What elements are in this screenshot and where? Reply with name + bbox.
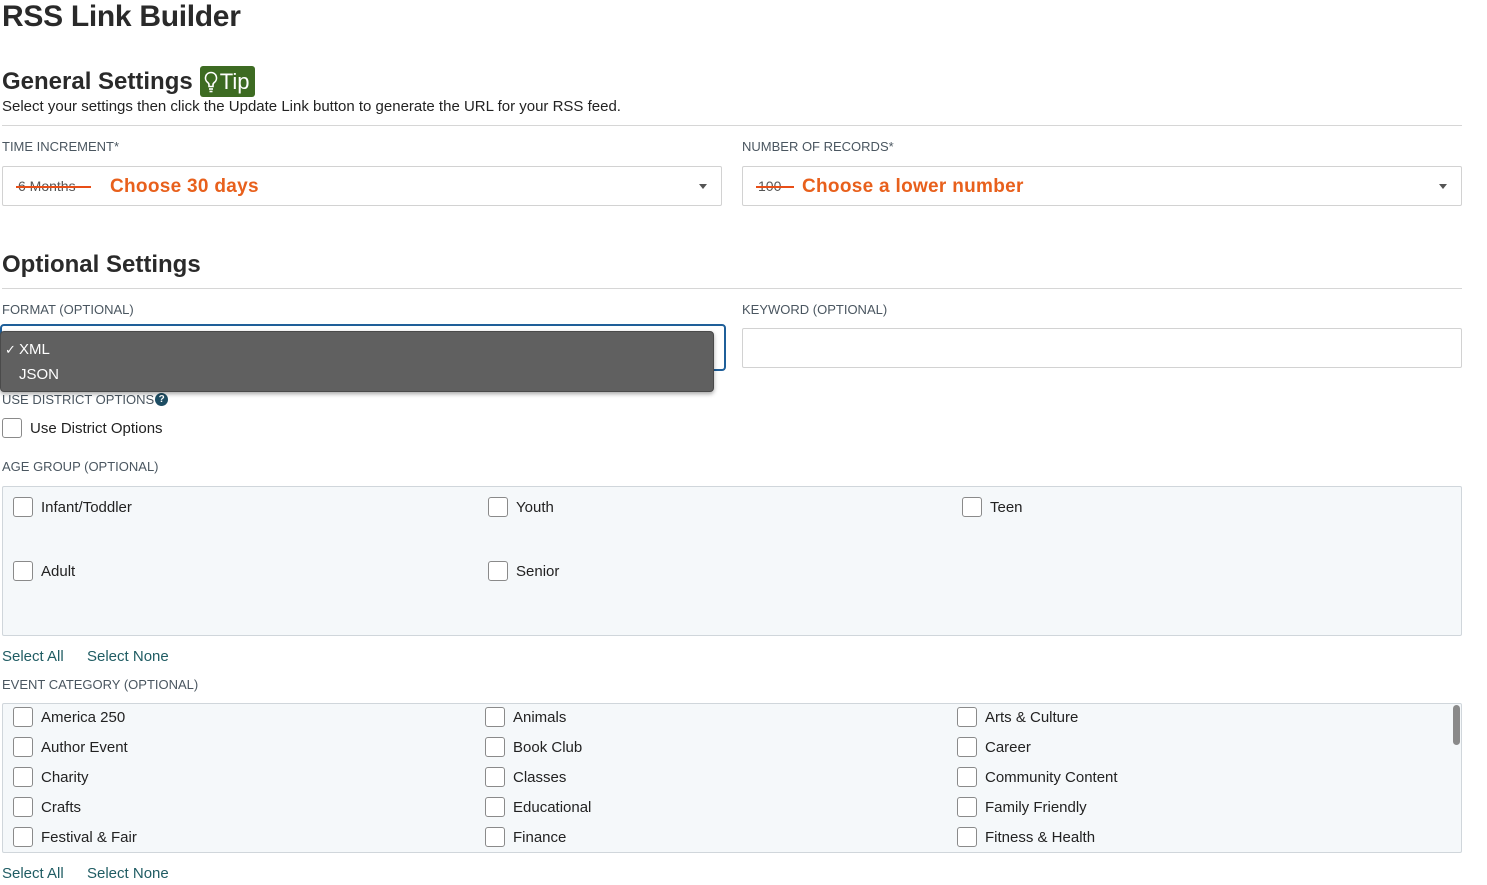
age-select-all-link[interactable]: Select All — [2, 648, 64, 665]
divider — [2, 125, 1462, 126]
category-checkbox[interactable] — [485, 797, 505, 817]
help-icon[interactable]: ? — [155, 393, 169, 406]
category-label: Family Friendly — [985, 799, 1087, 816]
num-records-label: NUMBER OF RECORDS* — [742, 139, 894, 154]
event-category-panel[interactable] — [2, 703, 1462, 853]
category-checkbox[interactable] — [957, 827, 977, 847]
optional-settings-heading: Optional Settings — [2, 251, 201, 279]
category-label: Fitness & Health — [985, 829, 1096, 846]
format-option-json[interactable]: JSON — [19, 366, 59, 383]
optional-settings-title: Optional Settings — [2, 251, 201, 278]
category-label: Animals — [513, 709, 567, 726]
age-adult-label: Adult — [41, 563, 76, 580]
category-checkbox[interactable] — [957, 767, 977, 787]
category-label: Classes — [513, 769, 567, 786]
category-checkbox[interactable] — [957, 797, 977, 817]
age-youth-checkbox[interactable] — [488, 497, 508, 517]
chevron-down-icon — [699, 184, 707, 189]
category-checkbox[interactable] — [485, 767, 505, 787]
age-select-none-link[interactable]: Select None — [87, 648, 169, 665]
district-options-heading: USE DISTRICT OPTIONS? — [2, 392, 169, 407]
age-senior-checkbox[interactable] — [488, 561, 508, 581]
category-select-none-link[interactable]: Select None — [87, 865, 169, 882]
category-label: Community Content — [985, 769, 1118, 786]
divider — [2, 288, 1462, 289]
strike-mark — [16, 186, 91, 188]
age-group-panel — [2, 486, 1462, 636]
general-settings-heading: General Settings Tip — [2, 66, 256, 97]
tip-label: Tip — [219, 68, 250, 94]
format-option-xml[interactable]: XML — [19, 341, 50, 358]
age-group-label: AGE GROUP (OPTIONAL) — [2, 459, 159, 474]
category-scrollbar[interactable] — [1453, 705, 1460, 745]
age-senior-label: Senior — [516, 563, 560, 580]
category-label: Author Event — [41, 739, 128, 756]
category-label: Festival & Fair — [41, 829, 137, 846]
category-checkbox[interactable] — [485, 827, 505, 847]
category-label: Educational — [513, 799, 592, 816]
keyword-input[interactable] — [742, 328, 1462, 368]
category-checkbox[interactable] — [13, 767, 33, 787]
district-options-label: USE DISTRICT OPTIONS — [2, 392, 155, 407]
tip-button[interactable]: Tip — [199, 66, 256, 97]
category-checkbox[interactable] — [957, 707, 977, 727]
category-label: Book Club — [513, 739, 583, 756]
category-select-all-link[interactable]: Select All — [2, 865, 64, 882]
age-adult-checkbox[interactable] — [13, 561, 33, 581]
time-increment-hint: Choose 30 days — [110, 176, 259, 197]
category-checkbox[interactable] — [13, 707, 33, 727]
category-checkbox[interactable] — [957, 737, 977, 757]
checkmark-icon: ✓ — [5, 342, 16, 357]
age-teen-checkbox[interactable] — [962, 497, 982, 517]
category-checkbox[interactable] — [13, 827, 33, 847]
use-district-options-label: Use District Options — [30, 420, 163, 437]
keyword-label: KEYWORD (OPTIONAL) — [742, 302, 888, 317]
lightbulb-icon — [204, 71, 218, 92]
category-checkbox[interactable] — [485, 707, 505, 727]
general-settings-title: General Settings — [2, 67, 193, 95]
use-district-options-checkbox[interactable] — [2, 418, 22, 438]
general-description: Select your settings then click the Upda… — [2, 98, 621, 115]
num-records-select[interactable]: 100 Choose a lower number — [742, 166, 1462, 206]
num-records-hint: Choose a lower number — [802, 176, 1024, 197]
category-label: America 250 — [41, 709, 126, 726]
category-checkbox[interactable] — [13, 797, 33, 817]
time-increment-label: TIME INCREMENT* — [2, 139, 119, 154]
category-checkbox[interactable] — [485, 737, 505, 757]
category-label: Charity — [41, 769, 89, 786]
format-label: FORMAT (OPTIONAL) — [2, 302, 134, 317]
category-label: Finance — [513, 829, 567, 846]
category-checkbox[interactable] — [13, 737, 33, 757]
category-label: Arts & Culture — [985, 709, 1079, 726]
age-infant-toddler-checkbox[interactable] — [13, 497, 33, 517]
age-youth-label: Youth — [516, 499, 554, 516]
event-category-label: EVENT CATEGORY (OPTIONAL) — [2, 677, 199, 692]
format-dropdown-menu: ✓ XML JSON — [0, 331, 714, 392]
chevron-down-icon — [1439, 184, 1447, 189]
category-label: Career — [985, 739, 1031, 756]
age-teen-label: Teen — [990, 499, 1023, 516]
strike-mark — [756, 186, 794, 188]
category-label: Crafts — [41, 799, 82, 816]
age-infant-toddler-label: Infant/Toddler — [41, 499, 132, 516]
time-increment-select[interactable]: 6 Months Choose 30 days — [2, 166, 722, 206]
page-title: RSS Link Builder — [2, 0, 241, 33]
